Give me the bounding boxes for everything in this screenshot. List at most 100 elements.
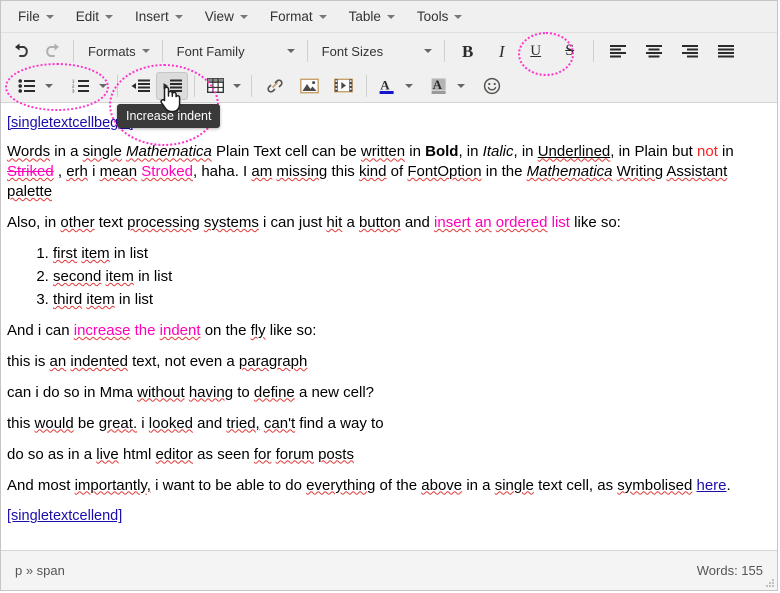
table-dropdown[interactable] [229, 73, 245, 99]
image-icon [299, 78, 319, 93]
p4-t2: . [726, 476, 731, 494]
paragraph-2: Also, in other text processing systems i… [7, 213, 765, 233]
chevron-down-icon [174, 14, 183, 19]
menu-view[interactable]: View [196, 6, 257, 27]
numbered-list-button[interactable]: 1 2 3 [67, 72, 95, 100]
font-family-dropdown[interactable]: Font Family [169, 38, 301, 64]
misspelled-word: indent [159, 321, 201, 339]
increase-indent-button[interactable] [156, 71, 188, 100]
emoticon-button[interactable] [477, 72, 507, 100]
misspelled-word: item [86, 290, 115, 308]
p1-italic-word: Italic [482, 143, 514, 161]
misspelled-word: item [105, 267, 134, 285]
p1-striked-word: Striked [7, 163, 54, 180]
misspelled-word: kind [358, 163, 387, 181]
redo-button[interactable] [37, 37, 67, 65]
toolbar-formatting: Formats Font Family Font Sizes B I U S [1, 32, 777, 76]
toolbar-separator [443, 40, 445, 62]
numbered-list-dropdown[interactable] [95, 73, 111, 99]
menu-format-label: Format [269, 9, 313, 24]
table-button[interactable] [201, 72, 229, 100]
toolbar-separator [306, 40, 308, 62]
font-sizes-dropdown[interactable]: Font Sizes [314, 38, 438, 64]
misspelled-word: insert [434, 214, 471, 232]
media-button[interactable] [326, 72, 360, 100]
misspelled-word: Underlined [537, 143, 611, 161]
image-button[interactable] [292, 72, 326, 100]
bold-button[interactable]: B [451, 37, 485, 65]
misspelled-word: second [53, 267, 102, 285]
toolbar-separator [251, 74, 252, 97]
chevron-down-icon [405, 83, 413, 88]
p1-t8: , haha. I am missing this kind of FontOp… [192, 163, 523, 181]
misspelled-word: for [253, 445, 272, 463]
here-link[interactable]: here [697, 477, 727, 494]
chevron-down-icon [105, 14, 114, 19]
p1-t5: , in Plain but [610, 143, 693, 161]
p1-mathematica-1: Mathematica [126, 143, 212, 160]
undo-icon [15, 43, 28, 57]
misspelled-word: symbolised [617, 476, 693, 494]
misspelled-word: paragraph [238, 352, 308, 370]
misspelled-word: Mathematica [126, 143, 212, 161]
misspelled-word: can't [263, 414, 296, 432]
list-item: first item in list [53, 244, 765, 264]
misspelled-word: hit [326, 214, 343, 232]
misspelled-word: erh [66, 163, 88, 181]
toolbar-separator [117, 74, 118, 97]
strikethrough-icon: S [565, 42, 575, 59]
align-left-icon [609, 45, 626, 58]
align-left-button[interactable] [600, 37, 636, 65]
status-bar: p » span Words: 155 [1, 550, 777, 590]
misspelled-word: an [49, 352, 67, 370]
chevron-down-icon [141, 49, 150, 53]
list-item: second item in list [53, 267, 765, 287]
media-icon [333, 78, 353, 93]
misspelled-word: processing [127, 214, 200, 232]
menu-table[interactable]: Table [340, 6, 404, 27]
misspelled-word: item [81, 245, 110, 263]
strikethrough-button[interactable]: S [553, 37, 587, 65]
toolbar-separator [73, 40, 74, 62]
bullet-list-button[interactable] [13, 72, 41, 100]
menu-tools[interactable]: Tools [408, 6, 472, 27]
italic-icon: I [498, 41, 505, 61]
formats-dropdown[interactable]: Formats [80, 38, 156, 64]
element-path[interactable]: p » span [15, 563, 65, 578]
link-button[interactable] [258, 72, 292, 100]
misspelled-word: everything [306, 476, 376, 494]
text-color-button[interactable]: A [373, 72, 401, 100]
p1-t6: in [722, 143, 734, 161]
menu-view-label: View [204, 9, 234, 24]
menu-file-label: File [18, 9, 40, 24]
bullet-list-dropdown[interactable] [41, 73, 57, 99]
decrease-indent-icon [131, 79, 150, 92]
underline-icon: U [530, 42, 542, 59]
menu-insert[interactable]: Insert [126, 6, 192, 27]
text-color-dropdown[interactable] [401, 73, 417, 99]
italic-button[interactable]: I [485, 37, 519, 65]
align-right-button[interactable] [672, 37, 708, 65]
misspelled-word: single [82, 143, 122, 161]
misspelled-word: Stroked [141, 163, 193, 181]
menu-format[interactable]: Format [261, 6, 336, 27]
align-justify-button[interactable] [708, 37, 744, 65]
undo-button[interactable] [7, 37, 37, 65]
decrease-indent-button[interactable] [124, 72, 156, 100]
align-center-button[interactable] [636, 37, 672, 65]
menu-file[interactable]: File [9, 6, 63, 27]
background-color-dropdown[interactable] [453, 73, 469, 99]
p2-t2: like so: [574, 214, 621, 232]
document-body[interactable]: [singletextcellbegin] Words in a single … [1, 103, 777, 550]
misspelled-word: live [96, 445, 119, 463]
misspelled-word: editor [155, 445, 193, 463]
underline-button[interactable]: U [519, 37, 553, 65]
resize-grip-icon[interactable] [763, 576, 775, 588]
chevron-down-icon [423, 49, 432, 53]
formats-label: Formats [88, 43, 136, 59]
misspelled-word: Assistant [666, 163, 728, 181]
misspelled-word: Mathematica [526, 163, 613, 181]
background-color-button[interactable]: A [425, 72, 453, 100]
menu-edit[interactable]: Edit [67, 6, 122, 27]
ordered-list: first item in list second item in list t… [7, 244, 765, 310]
